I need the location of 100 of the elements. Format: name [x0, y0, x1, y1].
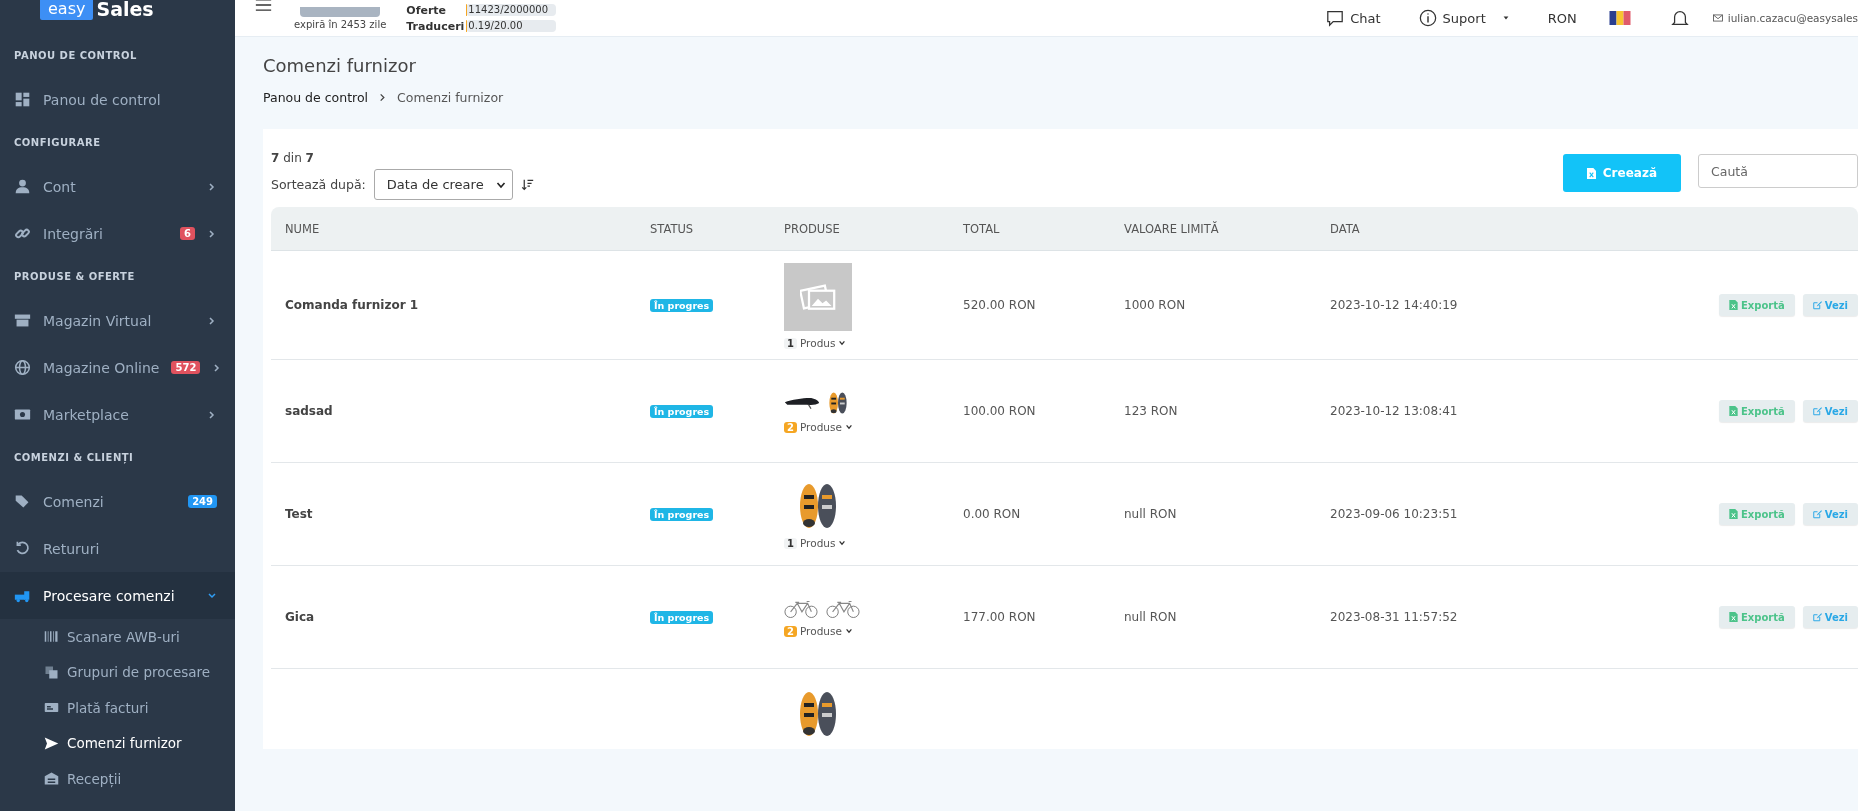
order-name: Comanda furnizor 1	[285, 298, 420, 312]
count-badge: 2	[784, 421, 797, 433]
products-label: Produs	[799, 537, 836, 549]
logo-text: Sales	[96, 0, 154, 18]
chat-bubble-icon	[1326, 9, 1345, 27]
undo-icon	[14, 540, 31, 557]
chevron-right-icon	[207, 181, 217, 192]
flag-icon[interactable]	[1608, 11, 1631, 25]
total-cell-text: 0.00 RON	[963, 507, 1022, 521]
column-header: NUME	[285, 221, 321, 236]
sidebar-item[interactable]: Magazine Online 572	[0, 344, 235, 391]
products-label: Produse	[799, 625, 842, 637]
sidebar-subitem[interactable]: Comenzi furnizor	[0, 725, 235, 761]
count-badge: 1	[784, 337, 797, 349]
caret-icon	[1501, 14, 1510, 22]
section-heading: COMENZI & CLIENȚI	[13, 451, 135, 466]
section-heading: PRODUSE & OFERTE	[13, 270, 136, 284]
sidebar-item[interactable]: Retururi	[0, 525, 235, 572]
count-badge: 572	[171, 361, 201, 374]
chevron-right-icon	[378, 93, 388, 102]
status-badge: În progres	[650, 611, 714, 624]
breadcrumb-link[interactable]: Panou de control	[263, 90, 369, 105]
currency-selector[interactable]: RON	[1547, 10, 1577, 26]
bicycle-drawing	[784, 599, 818, 619]
products-label: Produs	[799, 337, 836, 349]
menu-icon[interactable]	[255, 0, 272, 11]
spreadsheet-file-icon	[1729, 612, 1738, 622]
chat-link[interactable]: Chat	[1326, 9, 1381, 27]
bicycle-drawing	[826, 599, 860, 619]
sidebar-item[interactable]: Integrări 6	[0, 210, 235, 257]
breadcrumb-current: Comenzi furnizor	[397, 90, 504, 105]
spreadsheet-file-icon	[1729, 406, 1738, 416]
total-cell-text: 520.00 RON	[963, 298, 1037, 312]
chevron-right-icon	[207, 409, 217, 420]
sidebar-item[interactable]: Cont	[0, 163, 235, 210]
sort-descending-icon[interactable]	[520, 178, 534, 191]
envelope-icon	[1712, 14, 1723, 22]
chevron-down-icon	[207, 590, 217, 601]
column-header: DATA	[1330, 221, 1361, 236]
store-icon	[14, 312, 31, 329]
search-field[interactable]: Caută	[1698, 154, 1858, 188]
quota-value: 11423/2000000	[467, 4, 549, 15]
edit-icon	[1812, 406, 1822, 416]
grid-icon	[14, 91, 31, 108]
edit-icon	[1812, 300, 1822, 310]
date-cell-text: 2023-10-12 14:40:19	[1330, 298, 1459, 312]
sort-label: Sortează după:	[271, 177, 366, 192]
image-icon	[800, 282, 836, 312]
sidebar-item[interactable]: Panou de control	[0, 76, 235, 123]
count-badge: 1	[784, 537, 797, 549]
result-count: 7 din 7	[271, 151, 315, 165]
user-email[interactable]: iulian.cazacu@easysales	[1727, 12, 1858, 24]
limit-cell-text: 1000 RON	[1124, 298, 1187, 312]
date-cell-text: 2023-10-12 13:08:41	[1330, 404, 1459, 418]
sidebar-subitem[interactable]: Scanare AWB-uri	[0, 619, 235, 655]
status-badge: În progres	[650, 405, 714, 418]
info-icon	[1418, 9, 1437, 27]
count-badge: 249	[188, 495, 217, 508]
sidebar-item[interactable]: Magazin Virtual	[0, 297, 235, 344]
sidebar-subitem[interactable]: Plată facturi	[0, 690, 235, 726]
products-toggle[interactable]: 1 Produs	[784, 337, 847, 349]
date-cell-text: 2023-09-06 10:23:51	[1330, 507, 1459, 521]
status-badge: În progres	[650, 508, 714, 521]
count-badge: 6	[180, 227, 195, 240]
bell-icon[interactable]	[1670, 9, 1689, 27]
spreadsheet-file-icon	[1729, 300, 1738, 310]
status-badge: În progres	[650, 299, 714, 312]
sidebar-subitem[interactable]: Recepții	[0, 761, 235, 797]
globe-icon	[14, 359, 31, 376]
order-name: sadsad	[285, 404, 334, 418]
banknote-icon	[14, 406, 31, 423]
column-header: STATUS	[650, 221, 695, 236]
tag-icon	[14, 493, 31, 510]
sidebar-subitem[interactable]: Grupuri de procesare	[0, 654, 235, 690]
column-header: TOTAL	[963, 221, 1001, 236]
shoes-drawing	[798, 689, 838, 739]
sort-dropdown[interactable]: Data de creare	[373, 169, 513, 200]
support-link[interactable]: Suport	[1418, 9, 1510, 27]
chevron-down-icon	[844, 423, 853, 431]
logo-text: easy	[40, 0, 94, 20]
limit-cell-text: 123 RON	[1124, 404, 1179, 418]
products-toggle[interactable]: 2 Produse	[784, 625, 853, 637]
total-cell-text: 100.00 RON	[963, 404, 1037, 418]
chevron-down-icon	[844, 627, 853, 635]
products-label: Produse	[799, 421, 842, 433]
date-cell-text: 2023-08-31 11:57:52	[1330, 610, 1459, 624]
sidebar-item[interactable]: Procesare comenzi	[0, 572, 235, 619]
products-toggle[interactable]: 2 Produse	[784, 421, 853, 433]
chevron-right-icon	[207, 315, 217, 326]
count-badge: 2	[784, 625, 797, 637]
edit-icon	[1812, 509, 1822, 519]
limit-cell-text: null RON	[1124, 507, 1178, 521]
send-icon	[44, 735, 59, 751]
column-header: VALOARE LIMITĂ	[1124, 221, 1220, 236]
sidebar-item[interactable]: Marketplace	[0, 391, 235, 438]
sidebar-item[interactable]: Comenzi 249	[0, 478, 235, 525]
warehouse-icon	[44, 771, 59, 787]
products-toggle[interactable]: 1 Produs	[784, 537, 847, 549]
saddle-drawing	[784, 396, 820, 410]
quota-value: 0.19/20.00	[467, 20, 523, 31]
